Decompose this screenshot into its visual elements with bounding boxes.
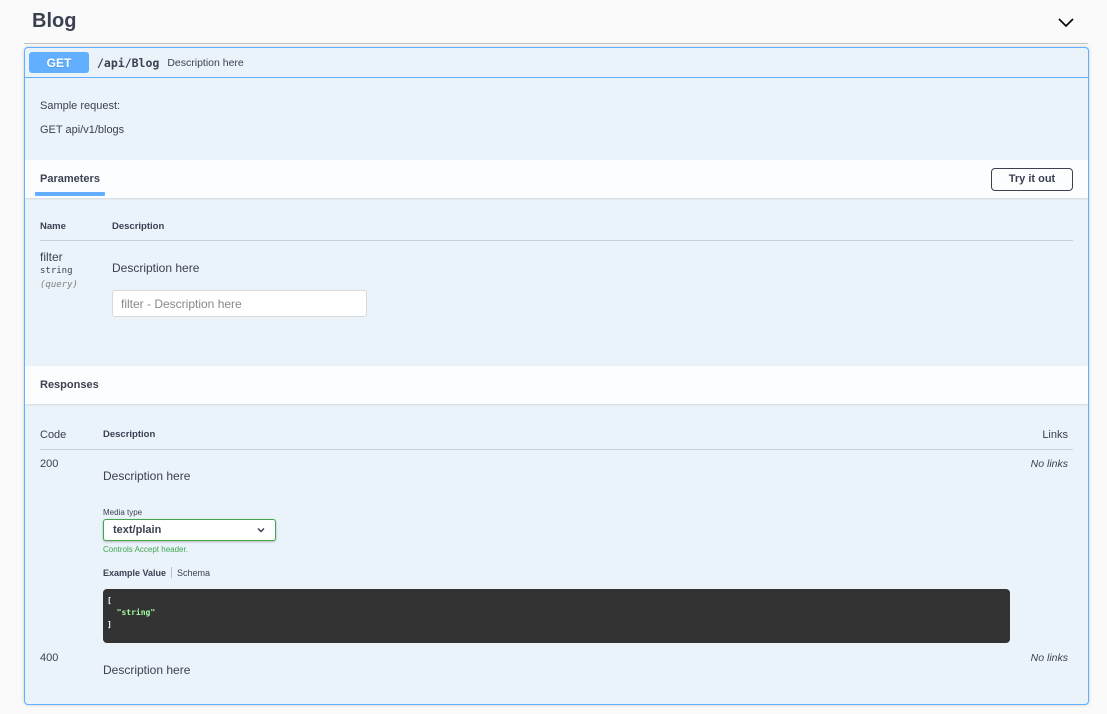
- endpoint-path: /api/Blog: [97, 55, 160, 70]
- code-line: ]: [107, 620, 112, 629]
- tab-schema[interactable]: Schema: [177, 568, 210, 578]
- media-type-select[interactable]: text/plain: [103, 519, 276, 541]
- response-description: Description here: [103, 469, 191, 483]
- tag-title: Blog: [32, 10, 77, 32]
- parameter-location: (query): [40, 280, 78, 290]
- parameter-type: string: [40, 266, 73, 276]
- chevron-down-icon[interactable]: [1056, 12, 1076, 32]
- response-links: No links: [1030, 652, 1068, 664]
- example-code-block[interactable]: [ "string" ]: [103, 589, 1010, 643]
- tag-header-blog[interactable]: Blog: [24, 0, 1088, 44]
- divider: [40, 240, 1073, 241]
- parameter-description: Description here: [112, 261, 200, 275]
- http-method-badge: GET: [29, 52, 89, 73]
- example-tabs: Example Value Schema: [103, 567, 210, 578]
- try-it-out-button[interactable]: Try it out: [991, 167, 1073, 191]
- operation-summary[interactable]: GET /api/Blog Description here: [25, 48, 1088, 78]
- column-header-description: Description: [112, 221, 165, 232]
- response-code: 200: [40, 458, 59, 470]
- response-description: Description here: [103, 663, 191, 677]
- tab-separator: [171, 567, 173, 578]
- parameters-header: Parameters Try it out: [25, 160, 1088, 198]
- responses-header: Responses: [25, 366, 1088, 404]
- chevron-down-icon: [257, 527, 265, 533]
- response-links: No links: [1030, 458, 1068, 470]
- column-header-code: Code: [40, 429, 67, 441]
- operation-summary-text: Description here: [167, 56, 244, 69]
- column-header-name: Name: [40, 221, 66, 232]
- media-type-hint: Controls Accept header.: [103, 545, 188, 554]
- responses-title: Responses: [40, 379, 99, 391]
- column-header-links: Links: [1042, 429, 1068, 441]
- column-header-description: Description: [103, 429, 156, 440]
- media-type-value: text/plain: [113, 524, 162, 536]
- filter-input[interactable]: [112, 290, 367, 317]
- tab-example-value[interactable]: Example Value: [103, 568, 166, 578]
- code-line: "string": [107, 608, 156, 617]
- description-line: Sample request:: [40, 100, 121, 112]
- parameter-name: filter: [40, 250, 63, 264]
- media-type-label: Media type: [103, 508, 143, 517]
- divider: [40, 449, 1073, 450]
- operation-block: GET /api/Blog Description here Sample re…: [24, 47, 1089, 705]
- description-line: GET api/v1/blogs: [40, 124, 125, 136]
- response-code: 400: [40, 652, 59, 664]
- tab-parameters[interactable]: Parameters: [35, 160, 105, 198]
- code-line: [: [107, 596, 112, 605]
- operation-description: Sample request: GET api/v1/blogs: [40, 100, 124, 148]
